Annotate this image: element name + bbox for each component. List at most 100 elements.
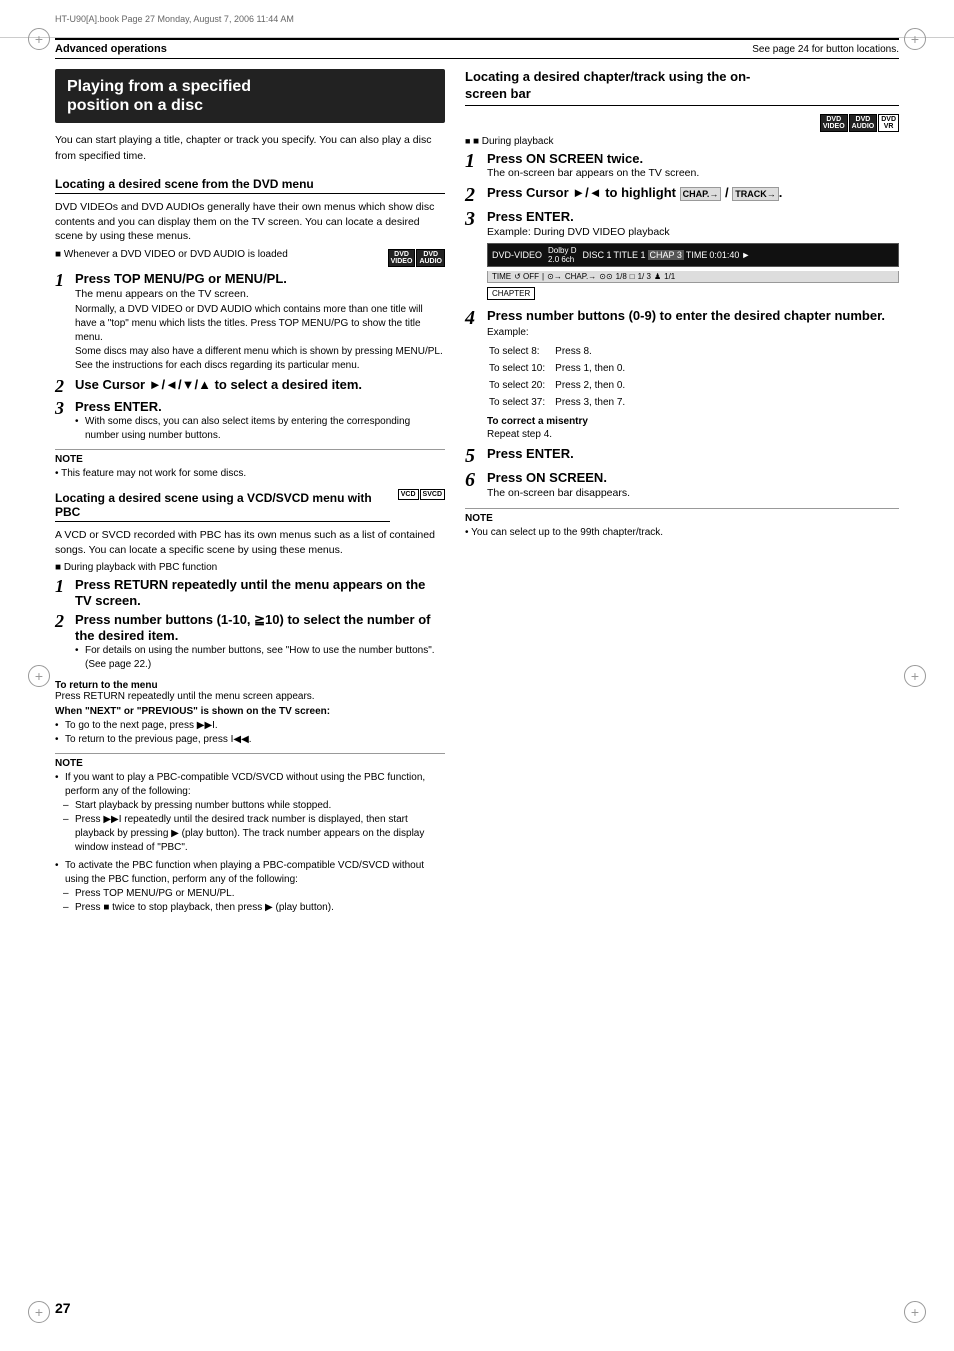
dvd-step1-content: Press TOP MENU/PG or MENU/PL. The menu a… [75, 271, 445, 373]
vcd-step2-bullet: For details on using the number buttons,… [75, 644, 445, 672]
chap-indicator: CHAP.→ [680, 187, 722, 201]
dvd-note-title: NOTE [55, 454, 445, 465]
example-row-2: To select 10: Press 1, then 0. [489, 361, 633, 376]
vcd-step2-num: 2 [55, 612, 71, 630]
right-section-heading: Locating a desired chapter/track using t… [465, 69, 899, 106]
dvd-step1: 1 Press TOP MENU/PG or MENU/PL. The menu… [55, 271, 445, 373]
example-select-1: To select 8: [489, 344, 553, 359]
intro-text: You can start playing a title, chapter o… [55, 133, 445, 165]
vcd-step2-content: Press number buttons (1-10, ≧10) to sele… [75, 612, 445, 671]
vcd-to-return: To return to the menu Press RETURN repea… [55, 676, 445, 702]
dvd-section-heading: Locating a desired scene from the DVD me… [55, 177, 445, 194]
dvd-step2-num: 2 [55, 377, 71, 395]
screen-r2-box: □ [630, 272, 635, 281]
vcd-to-return-text: Press RETURN repeatedly until the menu s… [55, 691, 445, 702]
to-correct-text: Repeat step 4. [487, 429, 899, 440]
right-step5-content: Press ENTER. [487, 446, 899, 462]
top-bar-file-info: HT-U90[A].book Page 27 Monday, August 7,… [55, 14, 294, 24]
dvd-video-badge: DVDVIDEO [388, 249, 416, 267]
dvd-step1-desc: The menu appears on the TV screen. [75, 287, 445, 302]
right-step6-title: Press ON SCREEN. [487, 470, 899, 486]
dvd-step2-content: Use Cursor ►/◄/▼/▲ to select a desired i… [75, 377, 445, 393]
right-dvd-badges: DVDVIDEO DVDAUDIO DVDVR [820, 114, 899, 132]
svcd-badge: SVCD [420, 489, 445, 500]
dvd-note-text: • This feature may not work for some dis… [55, 467, 445, 481]
to-correct-title: To correct a misentry [487, 416, 899, 427]
right-step2-content: Press Cursor ►/◄ to highlight CHAP.→ / T… [487, 185, 899, 201]
whenever-label: ■ Whenever a DVD VIDEO or DVD AUDIO is l… [55, 249, 288, 260]
vcd-step2-title: Press number buttons (1-10, ≧10) to sele… [75, 612, 445, 643]
vcd-to-return-title: To return to the menu [55, 680, 445, 691]
example-row-3: To select 20: Press 2, then 0. [489, 378, 633, 393]
right-column: Locating a desired chapter/track using t… [465, 69, 899, 921]
dvd-step1-note: Normally, a DVD VIDEO or DVD AUDIO which… [75, 303, 445, 373]
right-step5: 5 Press ENTER. [465, 446, 899, 466]
right-dvd-vr-badge: DVDVR [878, 114, 899, 132]
right-step3-num: 3 [465, 209, 483, 229]
reg-mark-ml [28, 665, 50, 687]
reg-mark-tl [28, 28, 50, 50]
vcd-badge: VCD [398, 489, 419, 500]
right-step2-title: Press Cursor ►/◄ to highlight CHAP.→ / T… [487, 185, 899, 201]
screen-r2-time: TIME [492, 272, 511, 281]
right-during-label: ■ During playback [465, 136, 899, 147]
header-rule: Advanced operations See page 24 for butt… [55, 38, 899, 59]
page-ref: See page 24 for button locations. [752, 44, 899, 55]
right-step5-num: 5 [465, 446, 483, 466]
vcd-note-bullets: If you want to play a PBC-compatible VCD… [55, 771, 445, 799]
page: HT-U90[A].book Page 27 Monday, August 7,… [0, 0, 954, 1351]
dvd-step2-title: Use Cursor ►/◄/▼/▲ to select a desired i… [75, 377, 445, 393]
screen-chap: CHAP 3 [648, 250, 684, 260]
dvd-step1-num: 1 [55, 271, 71, 289]
top-bar: HT-U90[A].book Page 27 Monday, August 7,… [0, 0, 954, 38]
vcd-during-label: ■ During playback with PBC function [55, 562, 445, 573]
screen-dvd-video-label: DVD-VIDEO [492, 250, 542, 260]
dvd-step3-num: 3 [55, 399, 71, 417]
right-note-title: NOTE [465, 513, 899, 524]
vcd-note-bullet-1: If you want to play a PBC-compatible VCD… [55, 771, 445, 799]
examples-table: To select 8: Press 8. To select 10: Pres… [487, 342, 635, 412]
reg-mark-tr [904, 28, 926, 50]
screen-r2-13: 1/ 3 [638, 272, 651, 281]
right-step4-title: Press number buttons (0-9) to enter the … [487, 308, 899, 324]
right-step6-desc: The on-screen bar disappears. [487, 486, 899, 501]
screen-time-val: 0:01:40 [709, 250, 739, 260]
screen-dolby: Dolby D2.0 6ch [548, 246, 576, 264]
page-number: 27 [55, 1300, 71, 1316]
reg-mark-br [904, 1301, 926, 1323]
example-row-1: To select 8: Press 8. [489, 344, 633, 359]
dvd-step3: 3 Press ENTER. With some discs, you can … [55, 399, 445, 443]
vcd-step1-content: Press RETURN repeatedly until the menu a… [75, 577, 445, 608]
right-step1-num: 1 [465, 151, 483, 171]
right-step2-num: 2 [465, 185, 483, 205]
vcd-when-bullet-2: To return to the previous page, press I◀… [55, 733, 445, 747]
reg-mark-bl [28, 1301, 50, 1323]
vcd-step1-title: Press RETURN repeatedly until the menu a… [75, 577, 445, 608]
example-press-3: Press 2, then 0. [555, 378, 633, 393]
content-area: Playing from a specified position on a d… [0, 59, 954, 941]
dvd-intro: DVD VIDEOs and DVD AUDIOs generally have… [55, 200, 445, 244]
title-box: Playing from a specified position on a d… [55, 69, 445, 123]
dvd-audio-badge: DVDAUDIO [416, 249, 445, 267]
vcd-step2-bullets: For details on using the number buttons,… [75, 644, 445, 672]
screen-play-icon: ► [741, 250, 750, 260]
example-press-4: Press 3, then 7. [555, 395, 633, 410]
dvd-menu-section: Locating a desired scene from the DVD me… [55, 177, 445, 481]
vcd-when-bullets: To go to the next page, press ▶▶I. To re… [55, 719, 445, 747]
vcd-when-bullet-1: To go to the next page, press ▶▶I. [55, 719, 445, 733]
example-select-2: To select 10: [489, 361, 553, 376]
right-step1-desc: The on-screen bar appears on the TV scre… [487, 166, 899, 181]
right-step3-content: Press ENTER. Example: During DVD VIDEO p… [487, 209, 899, 304]
left-column: Playing from a specified position on a d… [55, 69, 445, 921]
vcd-badges: VCD SVCD [398, 489, 445, 500]
example-press-2: Press 1, then 0. [555, 361, 633, 376]
right-step4: 4 Press number buttons (0-9) to enter th… [465, 308, 899, 440]
screen-disc: DISC 1 [582, 250, 611, 260]
vcd-note-dash-list1: Start playback by pressing number button… [55, 799, 445, 855]
right-dvd-video-badge: DVDVIDEO [820, 114, 848, 132]
page-title: Playing from a specified position on a d… [67, 77, 433, 115]
vcd-when-text: When "NEXT" or "PREVIOUS" is shown on th… [55, 706, 445, 717]
right-step2: 2 Press Cursor ►/◄ to highlight CHAP.→ /… [465, 185, 899, 205]
dvd-step3-title: Press ENTER. [75, 399, 445, 415]
right-step1: 1 Press ON SCREEN twice. The on-screen b… [465, 151, 899, 181]
